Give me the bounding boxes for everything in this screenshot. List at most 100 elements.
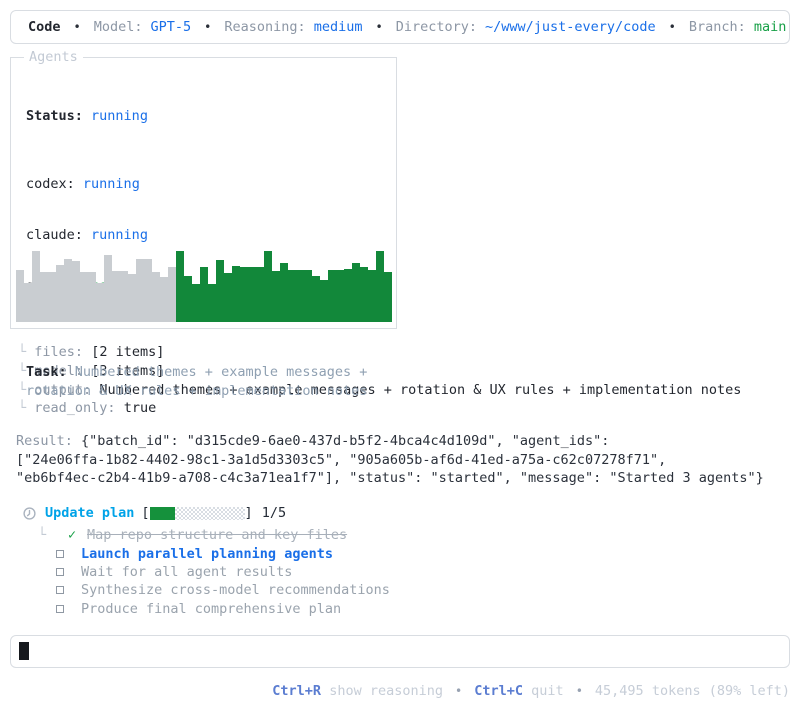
clock-icon bbox=[23, 507, 36, 520]
result-json-line: "eb6bf4ec-c2b4-41b9-a708-c4c3a71ea1f7"],… bbox=[16, 470, 764, 487]
sparkline-bar bbox=[152, 272, 160, 322]
sparkline-bar bbox=[128, 274, 136, 322]
plan-item-text: Produce final comprehensive plan bbox=[81, 600, 342, 617]
agents-panel: Agents Status: running codex: running cl… bbox=[10, 50, 397, 399]
plan-item-text: Synthesize cross-model recommendations bbox=[81, 582, 390, 599]
sparkline-bar bbox=[296, 270, 304, 322]
sparkline-bar bbox=[256, 267, 264, 322]
progress-open-bracket: [ bbox=[141, 505, 150, 522]
plan-item: Synthesize cross-model recommendations bbox=[10, 581, 790, 599]
composer-input[interactable] bbox=[10, 634, 790, 668]
agents-status-line: Status: running bbox=[26, 108, 381, 124]
sparkline-bar bbox=[328, 270, 336, 322]
sparkline-bar bbox=[360, 267, 368, 322]
plan-item-text: Map repo structure and key files bbox=[87, 527, 348, 544]
sparkline-bar bbox=[24, 283, 32, 322]
sparkline-bar bbox=[176, 251, 184, 322]
separator-dot: • bbox=[455, 684, 463, 699]
sparkline-bar bbox=[320, 280, 328, 322]
sparkline-bar bbox=[48, 272, 56, 322]
sparkline-bar bbox=[264, 251, 272, 322]
sparkline-bar bbox=[120, 271, 128, 322]
app-name: Code bbox=[28, 19, 61, 35]
task-text: Numbered themes + example messages + rot… bbox=[26, 364, 368, 399]
model-label: Model: bbox=[93, 19, 143, 35]
plan-item: Launch parallel planning agents bbox=[10, 544, 790, 562]
result-json-line: ["24e06ffa-1b82-4402-98c1-3a1d5d3303c5",… bbox=[16, 451, 667, 468]
plan-item: Produce final comprehensive plan bbox=[10, 600, 790, 618]
app-window: Code • Model: GPT-5 • Reasoning: medium • … bbox=[0, 0, 800, 711]
sparkline-bar bbox=[80, 272, 88, 322]
agent-name: claude: bbox=[26, 227, 83, 243]
plan-block: Update plan [] 1/5 └ ✓ Map repo structur… bbox=[10, 504, 790, 618]
hint: Ctrl+R show reasoning bbox=[272, 683, 443, 699]
status-value: running bbox=[91, 108, 148, 124]
sparkline-bar bbox=[272, 271, 280, 322]
sparkline-bar bbox=[280, 263, 288, 322]
sparkline-bar bbox=[96, 283, 104, 322]
hint-label: show reasoning bbox=[329, 683, 444, 700]
separator-dot: • bbox=[575, 684, 583, 699]
plan-item: └ ✓ Map repo structure and key files bbox=[10, 526, 790, 544]
sparkline-bar bbox=[16, 270, 24, 322]
plan-item-text: Wait for all agent results bbox=[81, 563, 293, 580]
text-cursor bbox=[19, 642, 29, 661]
sparkline-bar bbox=[368, 270, 376, 322]
sparkline-bar bbox=[104, 255, 112, 322]
directory-pair: Directory: ~/www/just-every/code bbox=[396, 19, 656, 35]
sparkline-bar bbox=[64, 259, 72, 322]
agent-name: codex: bbox=[26, 176, 75, 192]
agents-panel-title: Agents bbox=[24, 50, 83, 65]
sparkline-bar bbox=[32, 251, 40, 322]
status-label: Status: bbox=[26, 108, 83, 124]
sparkline-bar bbox=[216, 260, 224, 322]
agent-state: running bbox=[91, 227, 148, 243]
sparkline-bar bbox=[56, 265, 64, 322]
progress-remaining bbox=[174, 506, 245, 520]
tokens-left: 45,495 tokens (89% left) bbox=[594, 683, 790, 700]
separator-dot: • bbox=[73, 20, 81, 34]
agent-state: running bbox=[82, 176, 140, 192]
separator-dot: • bbox=[375, 20, 383, 34]
sparkline-bar bbox=[88, 272, 96, 322]
sparkline-bar bbox=[384, 272, 392, 322]
hint: Ctrl+C quit bbox=[474, 683, 563, 699]
sparkline-bar bbox=[144, 259, 152, 322]
sparkline-bar bbox=[184, 276, 192, 322]
sparkline-bar bbox=[160, 277, 168, 322]
plan-item-text: Launch parallel planning agents bbox=[81, 545, 333, 562]
agent-activity-sparkline bbox=[16, 250, 392, 322]
progress-fill bbox=[149, 506, 175, 520]
agents-panel-body: Status: running codex: running claude: r… bbox=[11, 58, 396, 432]
model-pair: Model: GPT-5 bbox=[94, 19, 191, 35]
sparkline-bar bbox=[352, 263, 360, 322]
footer: Ctrl+R show reasoning • Ctrl+C quit • 45… bbox=[10, 682, 790, 701]
plan-item: Wait for all agent results bbox=[10, 563, 790, 581]
sparkline-bar bbox=[168, 267, 176, 322]
separator-dot: • bbox=[204, 20, 212, 34]
task-label: Task: bbox=[26, 364, 67, 380]
result-block: Result: {"batch_id": "d315cde9-6ae0-437d… bbox=[16, 432, 790, 488]
reasoning-pair: Reasoning: medium bbox=[224, 19, 362, 35]
checkbox-icon bbox=[56, 586, 64, 595]
plan-title: Update plan bbox=[45, 505, 135, 522]
plan-header: Update plan [] 1/5 bbox=[10, 504, 790, 523]
checkbox-icon bbox=[56, 567, 64, 576]
model-value: GPT-5 bbox=[150, 19, 192, 35]
separator-dot: • bbox=[668, 20, 676, 34]
branch-pair: Branch: main bbox=[689, 19, 786, 35]
sparkline-bar bbox=[224, 273, 232, 322]
directory-value: ~/www/just-every/code bbox=[484, 19, 656, 35]
sparkline-bar bbox=[40, 272, 48, 322]
sparkline-bar bbox=[232, 266, 240, 322]
branch-label: Branch: bbox=[688, 19, 746, 35]
sparkline-bar bbox=[288, 270, 296, 322]
sparkline-bar bbox=[312, 276, 320, 322]
agent-row: claude: running bbox=[26, 226, 381, 245]
sparkline-bar bbox=[240, 267, 248, 322]
checkbox-icon bbox=[56, 604, 64, 613]
plan-items: └ ✓ Map repo structure and key files Lau… bbox=[10, 526, 790, 618]
sparkline-bar bbox=[192, 284, 200, 322]
sparkline-bar bbox=[336, 270, 344, 322]
reasoning-value: medium bbox=[313, 19, 363, 35]
